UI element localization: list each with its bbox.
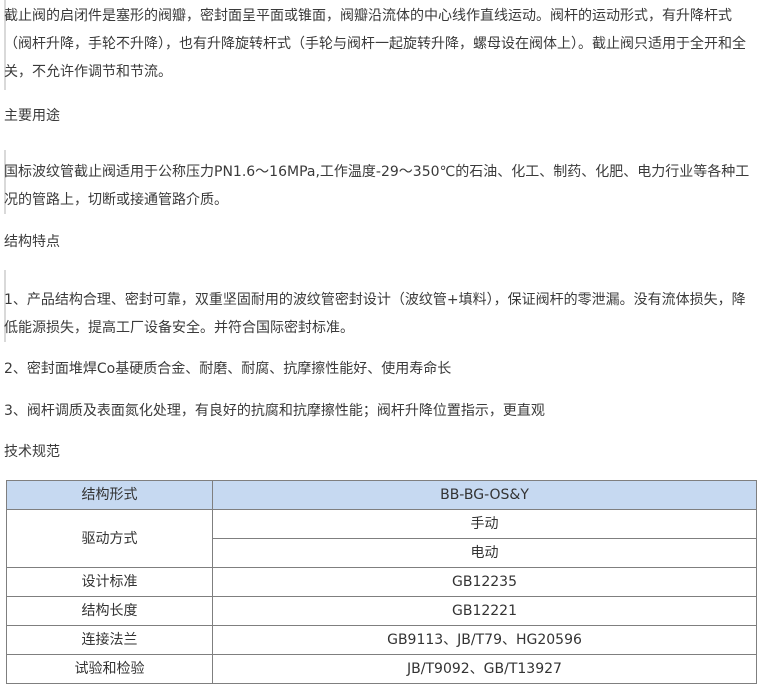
table-cell-value: JB/T9092、GB/T13927 [212,654,757,684]
section-title-usage: 主要用途 [4,108,60,124]
feature-item-3: 3、阀杆调质及表面氮化处理，有良好的抗腐和抗摩擦性能；阀杆升降位置指示，更直观 [4,403,545,419]
table-cell-label: 设计标准 [6,567,213,597]
table-cell-value: 手动 [212,509,757,539]
feature-item-1: 1、产品结构合理、密封可靠，双重坚固耐用的波纹管密封设计（波纹管+填料），保证阀… [4,292,746,336]
table-cell-value: 电动 [212,538,757,568]
table-row: 试验和检验 JB/T9092、GB/T13927 [6,654,757,684]
section-title-specs: 技术规范 [4,444,60,460]
table-cell-value: GB9113、JB/T79、HG20596 [212,625,757,655]
table-cell-label: 结构长度 [6,596,213,626]
feature-item-2: 2、密封面堆焊Co基硬质合金、耐磨、耐腐、抗摩擦性能好、使用寿命长 [4,361,452,377]
section-title-features: 结构特点 [4,234,60,250]
article-content: 截止阀的启闭件是塞形的阀瓣，密封面呈平面或锥面，阀瓣沿流体的中心线作直线运动。阀… [0,0,765,684]
table-cell-value: GB12221 [212,596,757,626]
table-cell-label: 驱动方式 [6,509,213,568]
table-row: 驱动方式 手动 [6,509,757,568]
table-header-label: 结构形式 [6,480,213,510]
table-row: 结构形式 BB-BG-OS&Y [6,480,757,510]
table-header-value: BB-BG-OS&Y [212,480,757,510]
table-row: 结构长度 GB12221 [6,596,757,626]
usage-paragraph: 国标波纹管截止阀适用于公称压力PN1.6～16MPa,工作温度-29～350℃的… [4,164,750,208]
table-cell-label: 试验和检验 [6,654,213,684]
table-cell-value: GB12235 [212,567,757,597]
table-row: 连接法兰 GB9113、JB/T79、HG20596 [6,625,757,655]
intro-paragraph: 截止阀的启闭件是塞形的阀瓣，密封面呈平面或锥面，阀瓣沿流体的中心线作直线运动。阀… [4,8,746,80]
table-row: 设计标准 GB12235 [6,567,757,597]
table-cell-label: 连接法兰 [6,625,213,655]
spec-table: 结构形式 BB-BG-OS&Y 驱动方式 手动 电动 设计标准 GB12235 … [6,480,757,684]
